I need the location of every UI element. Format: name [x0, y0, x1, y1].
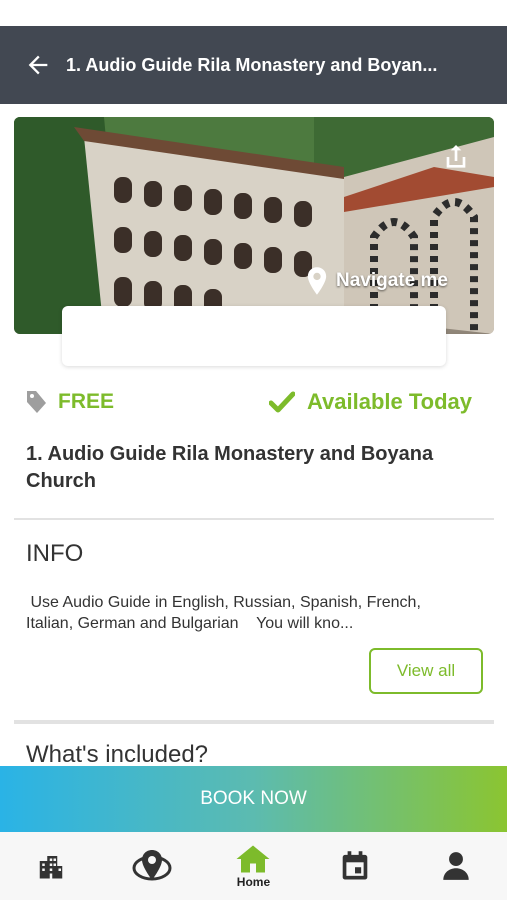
nav-item-home[interactable]: Home [223, 836, 283, 896]
tour-title: 1. Audio Guide Rila Monastery and Boyana… [26, 443, 434, 492]
status-bar [0, 0, 507, 26]
hero-image: Navigate me [14, 117, 494, 334]
nav-item-calendar[interactable] [325, 836, 385, 896]
availability: Available Today [268, 389, 472, 415]
bottom-navigation: Home [0, 832, 507, 900]
navigate-me-button[interactable]: Navigate me [306, 267, 448, 295]
location-pin-icon [307, 267, 327, 295]
navigate-me-label: Navigate me [336, 270, 448, 291]
info-heading: INFO [26, 540, 84, 567]
divider [14, 518, 494, 520]
price-tag: FREE [24, 389, 114, 415]
share-icon [446, 145, 466, 168]
view-all-button[interactable]: View all [369, 648, 483, 694]
availability-label: Available Today [306, 389, 472, 414]
price-tag-icon [27, 391, 46, 413]
info-description: Use Audio Guide in English, Russian, Spa… [26, 594, 426, 632]
user-profile-icon [443, 852, 469, 880]
price-label: FREE [58, 390, 115, 413]
header-title: 1. Audio Guide Rila Monastery and Boyan.… [66, 54, 438, 75]
whats-included-heading: What's included? [26, 741, 209, 768]
nav-item-profile[interactable] [426, 836, 486, 896]
nav-home-label: Home [236, 874, 271, 889]
checkmark-icon [268, 391, 295, 413]
share-button[interactable] [440, 141, 472, 173]
monastery-photo [14, 117, 494, 334]
calendar-icon [342, 851, 368, 880]
nav-item-cities[interactable] [21, 836, 81, 896]
price-availability-row: FREE Available Today [24, 386, 484, 418]
home-icon [236, 845, 270, 872]
app-header: 1. Audio Guide Rila Monastery and Boyan.… [0, 26, 507, 104]
back-button[interactable] [18, 45, 58, 85]
book-now-button[interactable]: BOOK NOW [0, 766, 507, 832]
overlay-card [62, 306, 446, 366]
map-pin-icon [132, 850, 172, 881]
arrow-left-icon [28, 55, 48, 75]
city-buildings-icon [39, 856, 62, 879]
nav-item-map[interactable] [122, 836, 182, 896]
divider [14, 720, 494, 724]
